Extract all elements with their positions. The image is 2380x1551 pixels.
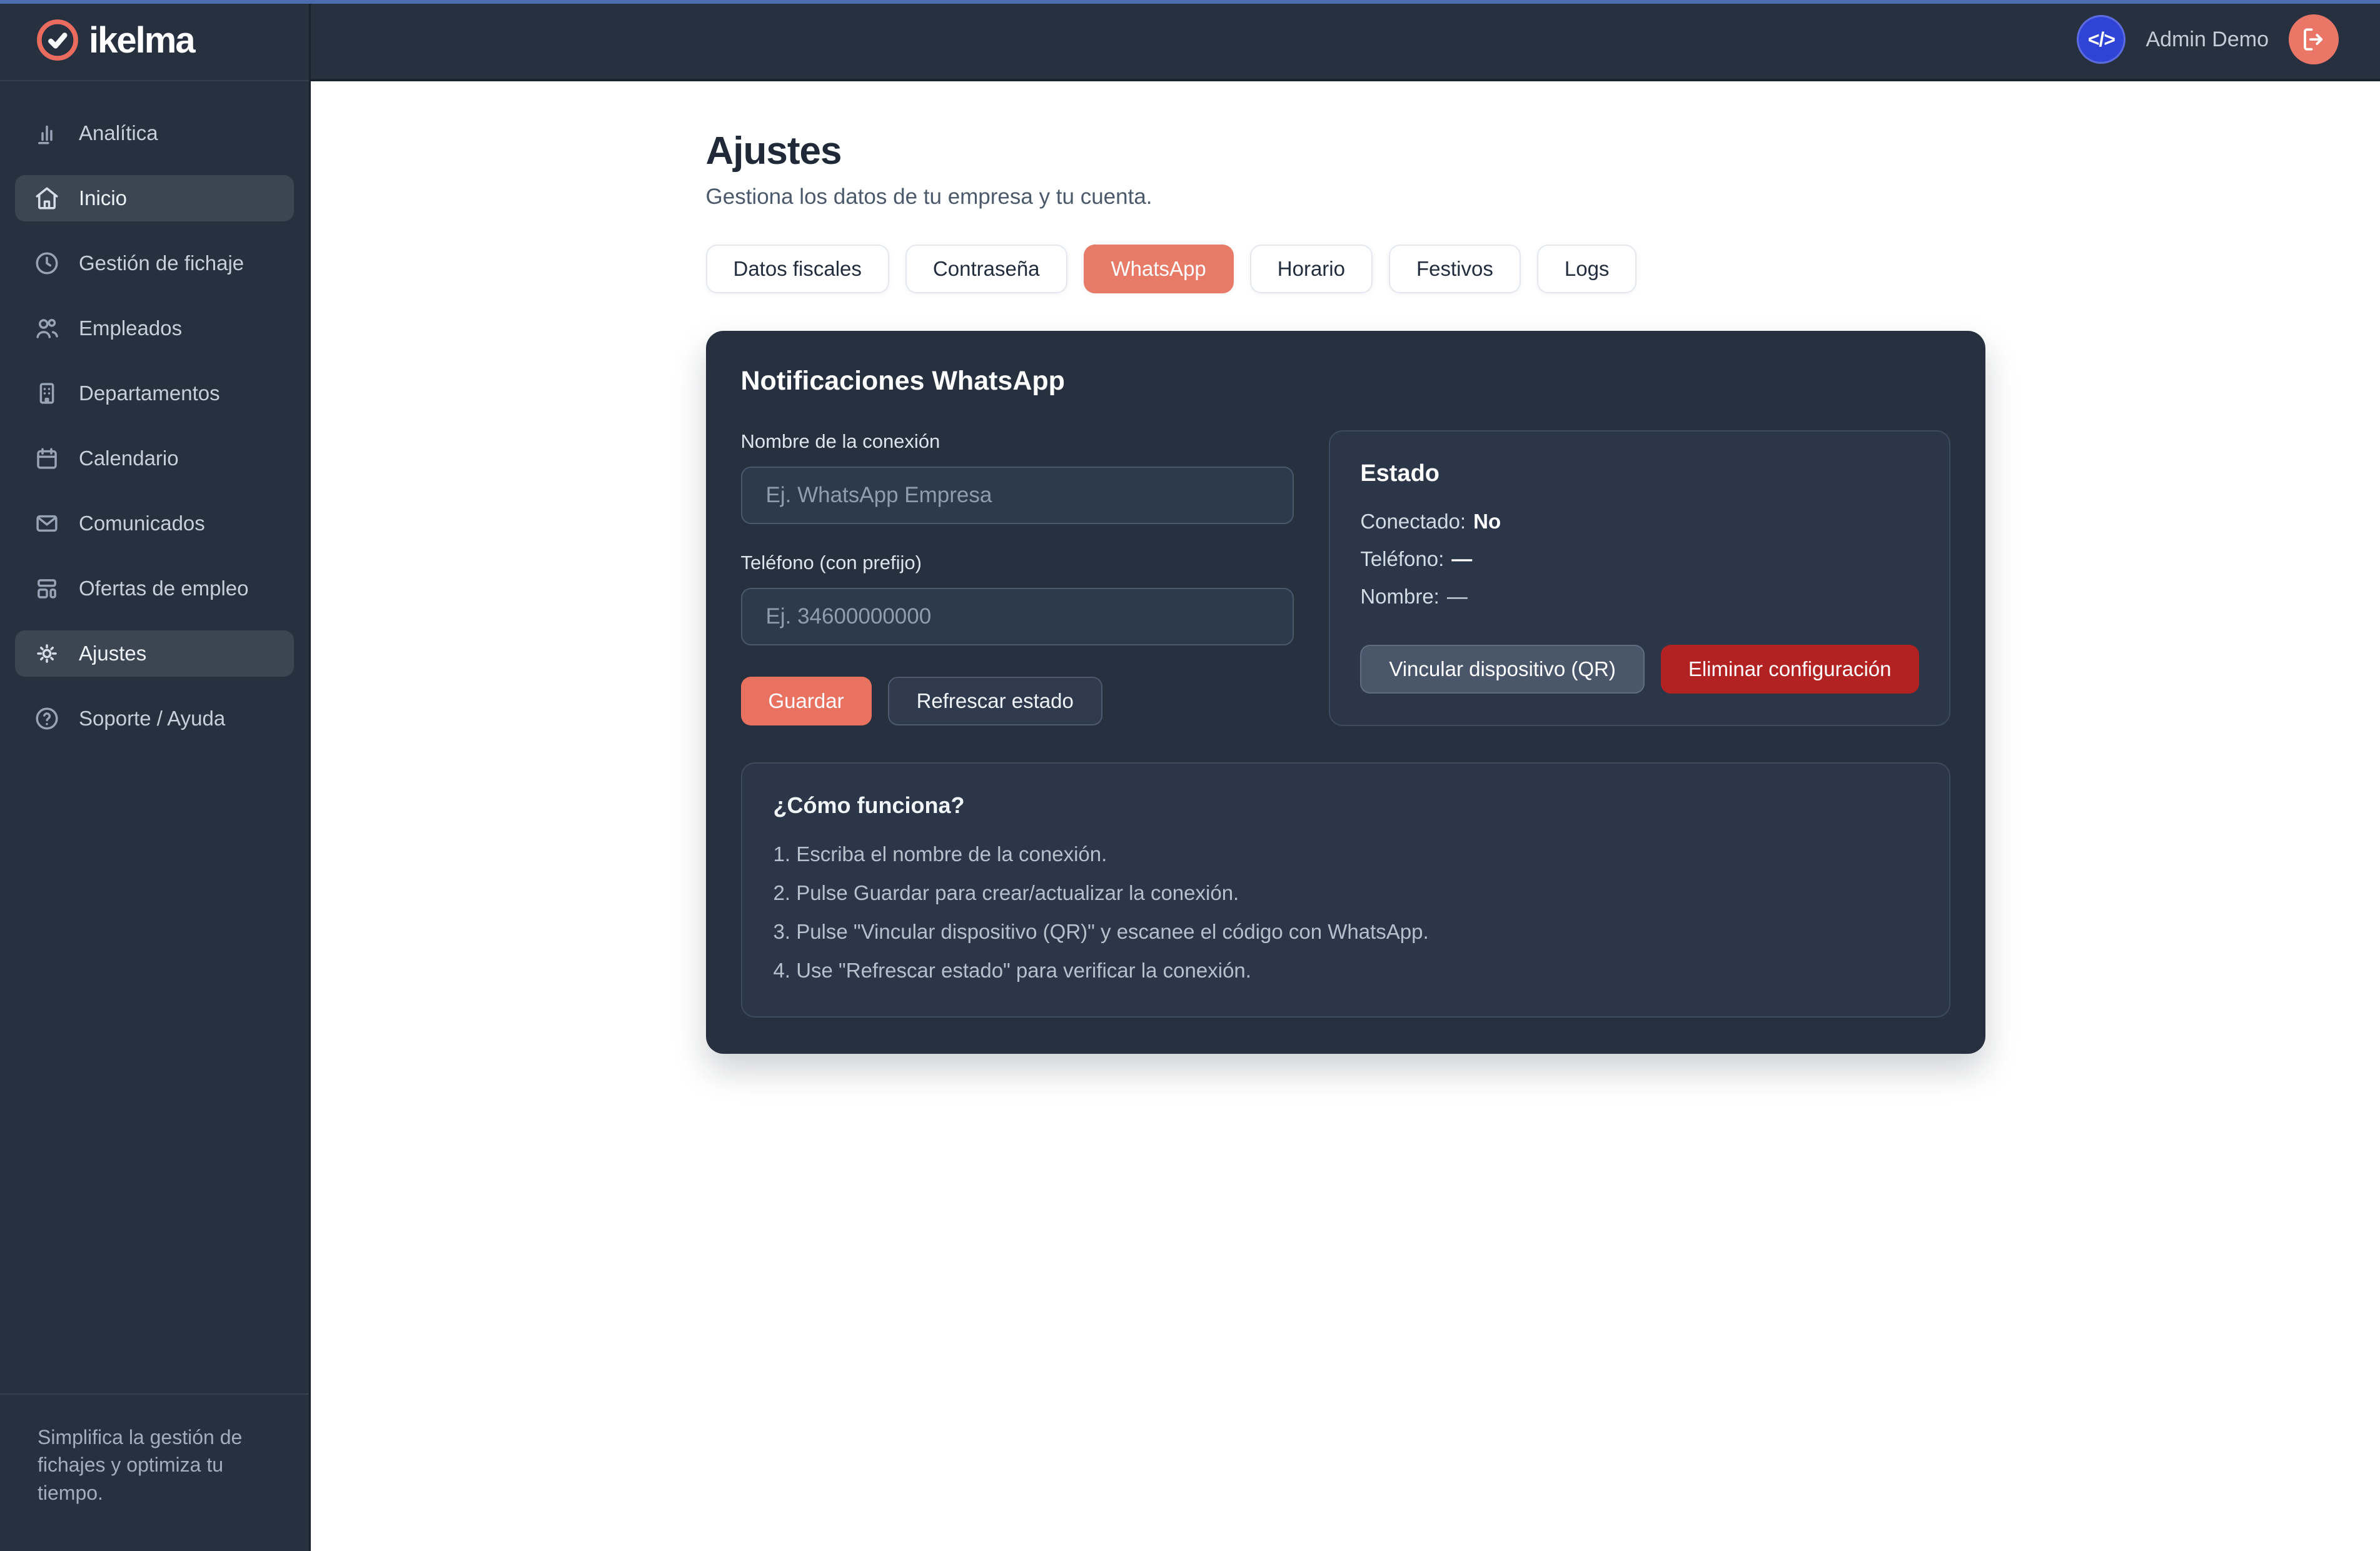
sidebar-item-label: Ofertas de empleo: [79, 577, 248, 600]
save-button[interactable]: Guardar: [741, 677, 872, 725]
sidebar-item-label: Departamentos: [79, 381, 220, 405]
topbar: </> Admin Demo: [311, 0, 2380, 81]
code-icon: </>: [2088, 28, 2115, 51]
sidebar-item-departamentos[interactable]: Departamentos: [15, 370, 294, 417]
status-panel: Estado Conectado:No Teléfono:— Nombre:—: [1329, 430, 1950, 726]
refresh-status-button[interactable]: Refrescar estado: [888, 677, 1102, 725]
sidebar-item-calendario[interactable]: Calendario: [15, 435, 294, 482]
status-row-connected: Conectado: No: [1360, 510, 1919, 533]
sidebar-item-label: Empleados: [79, 316, 182, 340]
bar-chart-icon: [34, 120, 60, 146]
brand-check-icon: [34, 16, 81, 64]
users-icon: [34, 315, 60, 341]
settings-page: Ajustes Gestiona los datos de tu empresa…: [706, 81, 1985, 1054]
status-label: Nombre:: [1360, 585, 1440, 608]
sidebar-item-label: Soporte / Ayuda: [79, 707, 225, 730]
sidebar-item-label: Analítica: [79, 121, 158, 145]
sidebar-item-analitica[interactable]: Analítica: [15, 110, 294, 156]
sidebar-item-label: Calendario: [79, 447, 179, 470]
brand-name: ikelma: [89, 19, 194, 61]
sun-icon: [34, 640, 60, 667]
help-circle-icon: [34, 705, 60, 732]
dev-mode-button[interactable]: </>: [2077, 15, 2125, 64]
phone-label: Teléfono (con prefijo): [741, 552, 1294, 574]
main-area: </> Admin Demo Ajustes Gestiona los dato…: [311, 0, 2380, 1551]
sidebar-item-label: Comunicados: [79, 512, 205, 535]
how-it-works-box: ¿Cómo funciona? 1. Escriba el nombre de …: [741, 762, 1950, 1018]
sidebar-item-label: Ajustes: [79, 642, 146, 665]
how-it-works-steps: 1. Escriba el nombre de la conexión. 2. …: [774, 842, 1918, 983]
clock-icon: [34, 250, 60, 276]
delete-config-button[interactable]: Eliminar configuración: [1661, 645, 1919, 694]
status-value: No: [1473, 510, 1501, 533]
sidebar-logo[interactable]: ikelma: [0, 0, 309, 81]
how-it-works-title: ¿Cómo funciona?: [774, 792, 1918, 819]
tab-whatsapp[interactable]: WhatsApp: [1084, 245, 1234, 293]
status-label: Teléfono:: [1360, 547, 1444, 570]
user-name: Admin Demo: [2146, 28, 2269, 52]
sidebar-item-gestion-fichaje[interactable]: Gestión de fichaje: [15, 240, 294, 286]
status-title: Estado: [1360, 460, 1919, 487]
link-device-qr-button[interactable]: Vincular dispositivo (QR): [1360, 645, 1645, 694]
page-subtitle: Gestiona los datos de tu empresa y tu cu…: [706, 184, 1985, 210]
how-step: 3. Pulse "Vincular dispositivo (QR)" y e…: [774, 920, 1918, 944]
sidebar-tagline: Simplifica la gestión de fichajes y opti…: [0, 1393, 309, 1551]
tab-horario[interactable]: Horario: [1250, 245, 1373, 293]
how-step: 2. Pulse Guardar para crear/actualizar l…: [774, 881, 1918, 905]
building-icon: [34, 380, 60, 407]
sidebar-item-label: Gestión de fichaje: [79, 251, 244, 275]
connection-name-label: Nombre de la conexión: [741, 430, 1294, 453]
whatsapp-notifications-card: Notificaciones WhatsApp Nombre de la con…: [706, 331, 1985, 1054]
sidebar-item-ajustes[interactable]: Ajustes: [15, 630, 294, 677]
status-label: Conectado:: [1360, 510, 1466, 533]
sidebar-item-soporte-ayuda[interactable]: Soporte / Ayuda: [15, 695, 294, 742]
sidebar: ikelma Analítica Inicio: [0, 0, 311, 1551]
content-area: Ajustes Gestiona los datos de tu empresa…: [311, 81, 2380, 1551]
sidebar-item-inicio[interactable]: Inicio: [15, 175, 294, 221]
tab-logs[interactable]: Logs: [1537, 245, 1637, 293]
app-shell: ikelma Analítica Inicio: [0, 0, 2380, 1551]
status-row-name: Nombre: —: [1360, 585, 1919, 609]
status-buttons: Vincular dispositivo (QR) Eliminar confi…: [1360, 645, 1919, 694]
sidebar-item-empleados[interactable]: Empleados: [15, 305, 294, 351]
connection-name-input[interactable]: [741, 467, 1294, 524]
settings-tabs: Datos fiscales Contraseña WhatsApp Horar…: [706, 245, 1985, 293]
sidebar-item-comunicados[interactable]: Comunicados: [15, 500, 294, 547]
card-title: Notificaciones WhatsApp: [741, 366, 1950, 397]
card-grid: Nombre de la conexión Teléfono (con pref…: [741, 430, 1950, 726]
tab-datos-fiscales[interactable]: Datos fiscales: [706, 245, 889, 293]
sidebar-item-ofertas-empleo[interactable]: Ofertas de empleo: [15, 565, 294, 612]
layout-icon: [34, 575, 60, 602]
top-accent-strip: [0, 0, 2380, 4]
sidebar-nav: Analítica Inicio Gestión de fichaje: [0, 81, 309, 1393]
calendar-icon: [34, 445, 60, 472]
home-icon: [34, 185, 60, 211]
log-out-icon: [2301, 26, 2327, 53]
status-row-phone: Teléfono: —: [1360, 547, 1919, 571]
page-title: Ajustes: [706, 129, 1985, 173]
how-step: 1. Escriba el nombre de la conexión.: [774, 842, 1918, 866]
how-step: 4. Use "Refrescar estado" para verificar…: [774, 959, 1918, 983]
status-rows: Conectado:No Teléfono:— Nombre:—: [1360, 510, 1919, 609]
tab-contrasena[interactable]: Contraseña: [905, 245, 1067, 293]
phone-input[interactable]: [741, 588, 1294, 645]
mail-icon: [34, 510, 60, 537]
form-buttons: Guardar Refrescar estado: [741, 677, 1294, 725]
sidebar-item-label: Inicio: [79, 186, 127, 210]
logout-button[interactable]: [2289, 14, 2339, 64]
tab-festivos[interactable]: Festivos: [1389, 245, 1521, 293]
connection-form: Nombre de la conexión Teléfono (con pref…: [741, 430, 1294, 725]
status-value: —: [1447, 585, 1468, 608]
status-value: —: [1451, 547, 1472, 570]
